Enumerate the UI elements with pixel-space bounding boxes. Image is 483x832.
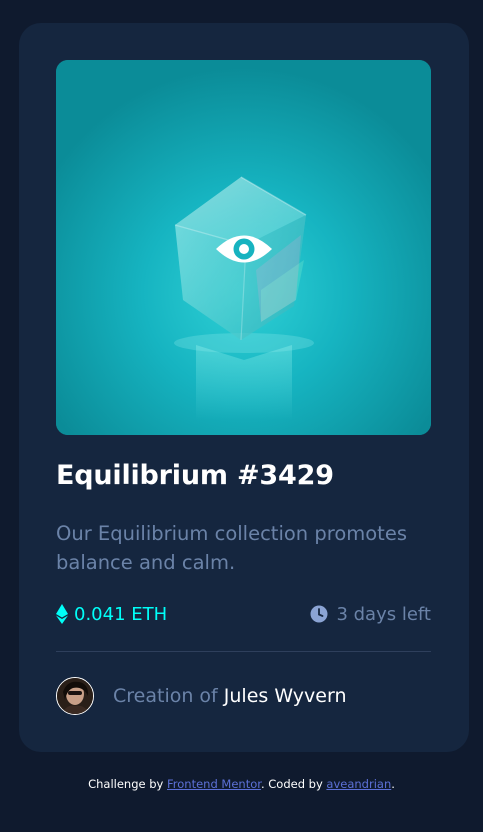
author-link[interactable]: aveandrian — [326, 777, 391, 791]
frontend-mentor-link[interactable]: Frontend Mentor — [167, 777, 261, 791]
time-left: 3 days left — [310, 599, 431, 629]
divider — [56, 651, 431, 652]
creator-text: Creation of Jules Wyvern — [113, 685, 346, 707]
creator-row: Creation of Jules Wyvern — [56, 677, 346, 715]
nft-stats: 0.041 ETH 3 days left — [56, 599, 431, 629]
price-value: 0.041 ETH — [74, 603, 168, 625]
nft-description: Our Equilibrium collection promotes bala… — [56, 522, 407, 574]
equilibrium-cube-image — [56, 60, 431, 435]
avatar — [56, 677, 94, 715]
nft-preview-card: Equilibrium #3429 Our Equilibrium collec… — [19, 23, 469, 752]
attribution-prefix: Challenge by — [88, 777, 168, 791]
nft-image[interactable] — [56, 60, 431, 435]
creator-prefix: Creation of — [113, 685, 224, 707]
ethereum-icon — [56, 604, 68, 624]
price: 0.041 ETH — [56, 599, 167, 629]
attribution-middle: . Coded by — [260, 777, 327, 791]
creator-name-link[interactable]: Jules Wyvern — [224, 685, 347, 707]
attribution-suffix: . — [391, 777, 395, 791]
time-left-value: 3 days left — [336, 603, 431, 625]
clock-icon — [310, 605, 328, 623]
nft-title[interactable]: Equilibrium #3429 — [56, 460, 334, 491]
attribution: Challenge by Frontend Mentor. Coded by a… — [0, 777, 483, 791]
creator-avatar-image — [57, 678, 93, 714]
